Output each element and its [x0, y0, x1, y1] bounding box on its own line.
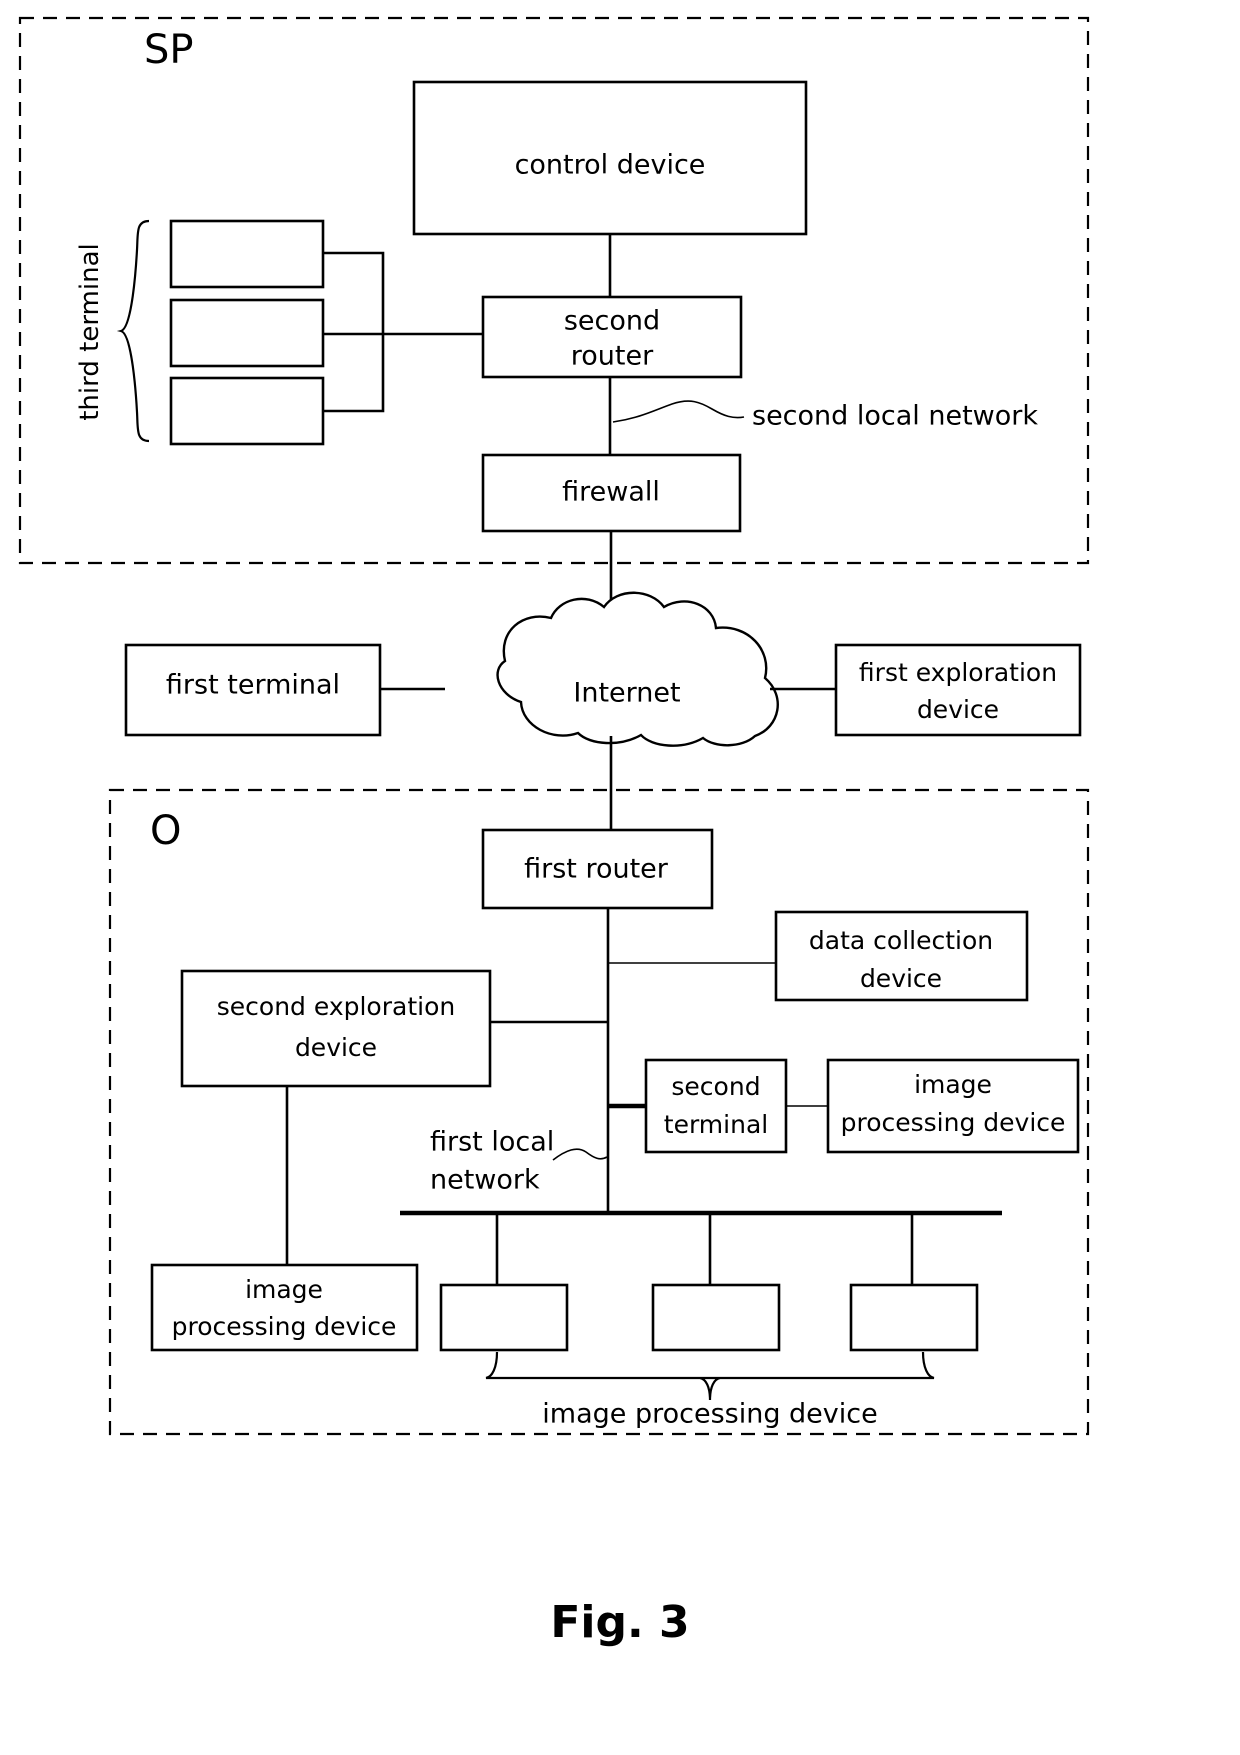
node-image-processing-device-bottom-3[interactable] — [849, 1283, 979, 1352]
image-processing-device-group-label: image processing device — [542, 1399, 877, 1430]
node-first-router-label: first router — [524, 854, 669, 885]
node-second-exploration-device-label-line1: second exploration — [217, 992, 455, 1021]
figure-canvas: SP control device second router third te… — [0, 0, 1240, 1755]
node-second-exploration-device[interactable] — [180, 969, 492, 1088]
node-first-exploration-device-label-line1: first exploration — [859, 658, 1057, 687]
node-image-processing-device-bottom-1[interactable] — [439, 1283, 569, 1352]
node-image-processing-device-right-label-line1: image — [914, 1070, 992, 1099]
link-third-terminal-3-to-bus — [323, 337, 385, 413]
zone-sp-label: SP — [144, 27, 194, 73]
node-second-terminal-label-line1: second — [671, 1072, 760, 1101]
node-image-processing-device-right-label-line2: processing device — [841, 1108, 1066, 1137]
node-image-processing-device-left-label-line1: image — [245, 1275, 323, 1304]
network-architecture-diagram: SP control device second router third te… — [18, 16, 1090, 1648]
third-terminal-brace — [116, 219, 150, 443]
internet-label: Internet — [573, 678, 680, 709]
node-data-collection-device-label-line1: data collection — [809, 926, 993, 955]
second-local-network-pointer — [612, 400, 745, 423]
node-first-exploration-device-label-line2: device — [917, 695, 999, 724]
node-image-processing-device-bottom-2[interactable] — [651, 1283, 781, 1352]
node-second-router-label-line1: second — [564, 306, 660, 337]
node-firewall-label: firewall — [562, 477, 660, 508]
internet-cloud — [496, 591, 779, 747]
node-third-terminal-3[interactable] — [169, 376, 325, 446]
node-control-device-label: control device — [515, 150, 706, 181]
node-third-terminal-2[interactable] — [169, 298, 325, 368]
node-second-router-label-line2: router — [571, 341, 654, 372]
second-local-network-label: second local network — [752, 401, 1038, 432]
third-terminal-annotation: third terminal — [75, 243, 105, 421]
node-second-exploration-device-label-line2: device — [295, 1033, 377, 1062]
zone-o-label: O — [150, 808, 181, 854]
node-first-terminal-label: first terminal — [166, 670, 340, 701]
node-second-terminal-label-line2: terminal — [664, 1110, 768, 1139]
link-third-terminal-1-to-bus — [323, 251, 385, 337]
node-third-terminal-1[interactable] — [169, 219, 325, 289]
figure-caption: Fig. 3 — [550, 1597, 689, 1648]
first-local-network-pointer — [552, 1148, 608, 1161]
first-local-network-label-line2: network — [430, 1165, 540, 1196]
first-local-network-label-line1: first local — [430, 1127, 554, 1158]
image-processing-device-group-brace — [485, 1351, 935, 1401]
node-data-collection-device-label-line2: device — [860, 964, 942, 993]
node-image-processing-device-left-label-line2: processing device — [172, 1312, 397, 1341]
